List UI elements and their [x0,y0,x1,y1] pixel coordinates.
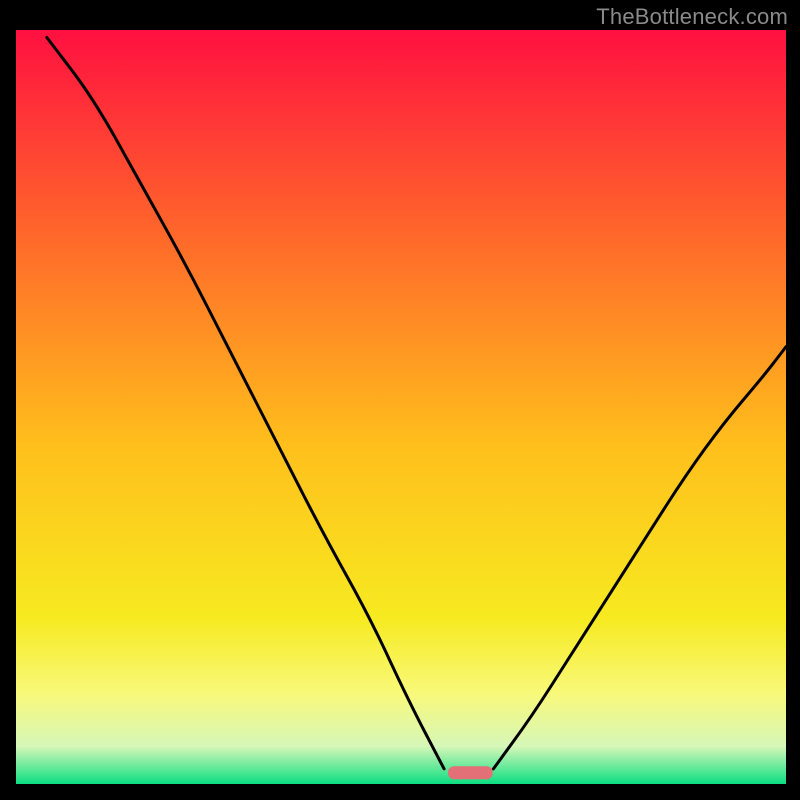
chart-frame: TheBottleneck.com [0,0,800,800]
